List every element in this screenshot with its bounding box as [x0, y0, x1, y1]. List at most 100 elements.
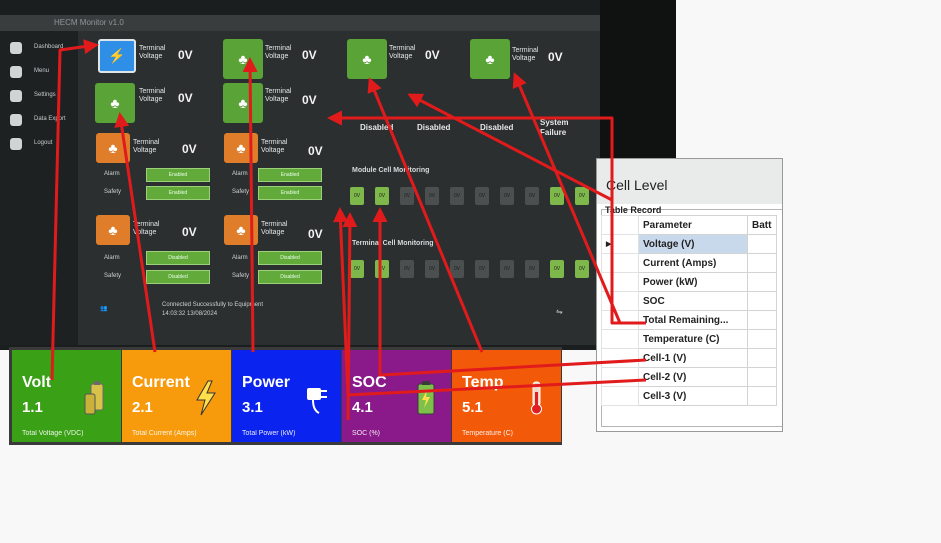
table-row[interactable]: Current (Amps): [601, 253, 777, 273]
row-header-cell: [601, 310, 639, 330]
table-row[interactable]: Total Remaining...: [601, 310, 777, 330]
row-header-cell: [601, 291, 639, 311]
table-row[interactable]: Temperature (C): [601, 329, 777, 349]
alarm-button[interactable]: Enabled: [258, 168, 322, 182]
tile-orange[interactable]: ♣: [96, 215, 130, 245]
card-volt[interactable]: Volt 1.1 Total Voltage (VDC): [12, 350, 121, 442]
card-value: 3.1: [242, 399, 263, 416]
cell-value: 0V: [403, 193, 411, 199]
nav-item-menu[interactable]: Menu: [0, 61, 78, 85]
table-cell[interactable]: [747, 329, 777, 349]
tile-orange[interactable]: ♣: [224, 215, 258, 245]
cell-indicator: 0V: [575, 187, 589, 205]
plug-icon: [307, 388, 327, 414]
lightning-icon: ⚡: [108, 47, 126, 64]
cell-value: 0V: [578, 193, 586, 199]
leaf-icon: ♣: [362, 51, 372, 67]
nav-item-logout[interactable]: Logout: [0, 133, 78, 157]
timestamp: 14:03:32 13/08/2024: [162, 311, 218, 317]
card-name: Power: [242, 374, 291, 391]
card-subtitle: Total Voltage (VDC): [22, 430, 84, 437]
safety-button[interactable]: Disabled: [146, 270, 210, 284]
tile-green[interactable]: ♣: [347, 39, 387, 79]
table-row[interactable]: Cell-2 (V): [601, 367, 777, 387]
sidebar-nav: Dashboard Menu Settings Data Export Logo…: [0, 31, 78, 345]
leaf-icon: ♣: [110, 95, 120, 111]
card-soc[interactable]: SOC 4.1 SOC (%): [342, 350, 451, 442]
thermometer-icon: [531, 381, 542, 415]
table-cell[interactable]: [747, 348, 777, 368]
table-row[interactable]: SOC: [601, 291, 777, 311]
safety-button[interactable]: Disabled: [258, 270, 322, 284]
table-cell[interactable]: Cell-3 (V): [638, 386, 748, 406]
table-cell[interactable]: [747, 234, 777, 254]
table-cell[interactable]: [747, 310, 777, 330]
row-header-cell: [601, 348, 639, 368]
alarm-button[interactable]: Disabled: [258, 251, 322, 265]
summary-cards-bar: Volt 1.1 Total Voltage (VDC) Current 2.1…: [9, 347, 562, 445]
table-cell[interactable]: [747, 272, 777, 292]
terminal-value: 0V: [178, 91, 193, 105]
cell-value: 0V: [503, 193, 511, 199]
tile-green[interactable]: ♣: [470, 39, 510, 79]
battery-icon: [84, 381, 104, 415]
tile-green[interactable]: ♣: [95, 83, 135, 123]
safety-button[interactable]: Enabled: [258, 186, 322, 200]
column-header[interactable]: Parameter: [638, 215, 748, 235]
table-cell[interactable]: Current (Amps): [638, 253, 748, 273]
table-header-row: Parameter Batt: [601, 215, 777, 235]
table-cell[interactable]: Cell-2 (V): [638, 367, 748, 387]
table-cell[interactable]: Temperature (C): [638, 329, 748, 349]
table-row[interactable]: ▶ Voltage (V): [601, 234, 777, 254]
cell-value: 0V: [403, 266, 411, 272]
table-cell[interactable]: Cell-1 (V): [638, 348, 748, 368]
tile-green[interactable]: ♣: [223, 83, 263, 123]
card-power[interactable]: Power 3.1 Total Power (kW): [232, 350, 341, 442]
alarm-label: Alarm: [232, 171, 248, 177]
tile-green[interactable]: ♣: [223, 39, 263, 79]
table-cell[interactable]: [747, 367, 777, 387]
table-row[interactable]: Cell-3 (V): [601, 386, 777, 406]
safety-button[interactable]: Enabled: [146, 186, 210, 200]
card-name: Temp: [462, 374, 504, 391]
panel-title: Cell Level: [606, 177, 668, 193]
nav-item-data-export[interactable]: Data Export: [0, 109, 78, 133]
logout-icon: [10, 138, 22, 150]
card-current[interactable]: Current 2.1 Total Current (Amps): [122, 350, 231, 442]
app-window: HECM Monitor v1.0 Dashboard Menu Setting…: [0, 15, 600, 345]
tile-orange[interactable]: ♣: [224, 133, 258, 163]
nav-item-dashboard[interactable]: Dashboard: [0, 37, 78, 61]
row-header-cell: [601, 215, 639, 235]
terminal-label: Terminal Voltage: [265, 88, 292, 103]
export-icon: [10, 114, 22, 126]
card-subtitle: Total Current (Amps): [132, 430, 197, 437]
terminal-value: 0V: [425, 48, 440, 62]
table-cell[interactable]: Total Remaining...: [638, 310, 748, 330]
nav-item-settings[interactable]: Settings: [0, 85, 78, 109]
terminal-label: Terminal Voltage: [512, 47, 539, 62]
lightning-icon: [196, 380, 216, 416]
table-cell[interactable]: [747, 291, 777, 311]
status-text: System Failure: [540, 118, 569, 137]
table-cell[interactable]: Power (kW): [638, 272, 748, 292]
cell-value: 0V: [353, 193, 361, 199]
column-header[interactable]: Batt: [747, 215, 777, 235]
table-row[interactable]: Cell-1 (V): [601, 348, 777, 368]
row-header-cell: [601, 253, 639, 273]
card-temp[interactable]: Temp 5.1 Temperature (C): [452, 350, 561, 442]
cell-value: 0V: [453, 193, 461, 199]
table-cell[interactable]: SOC: [638, 291, 748, 311]
card-value: 4.1: [352, 399, 373, 416]
table-row[interactable]: Power (kW): [601, 272, 777, 292]
alarm-button[interactable]: Enabled: [146, 168, 210, 182]
row-selector-icon: ▶: [601, 234, 639, 254]
cell-value: 0V: [453, 266, 461, 272]
tile-voltage-blue[interactable]: ⚡: [98, 39, 136, 73]
table-cell[interactable]: [747, 386, 777, 406]
cell-indicator: 0V: [425, 260, 439, 278]
tile-orange[interactable]: ♣: [96, 133, 130, 163]
table-cell[interactable]: [747, 253, 777, 273]
alarm-button[interactable]: Disabled: [146, 251, 210, 265]
terminal-label: Terminal Voltage: [389, 45, 416, 60]
table-cell[interactable]: Voltage (V): [638, 234, 748, 254]
